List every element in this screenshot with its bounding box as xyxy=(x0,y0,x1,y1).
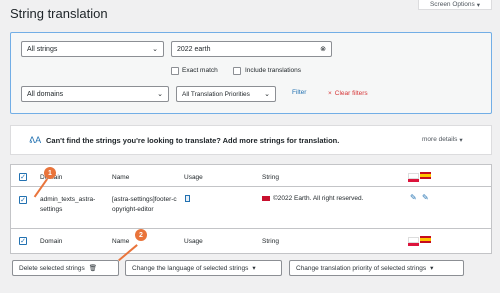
usage-file-icon[interactable] xyxy=(185,195,190,202)
clear-filters-label: Clear filters xyxy=(334,90,368,97)
footer-column-domain[interactable]: Domain xyxy=(40,238,62,245)
notice-text: Can't find the strings you're looking to… xyxy=(46,136,340,145)
strings-filter-select[interactable]: All strings ⌄ xyxy=(21,41,164,57)
domains-select-value: All domains xyxy=(27,90,64,98)
row-checkbox[interactable]: ✓ xyxy=(19,196,27,204)
flag-pl-icon xyxy=(408,237,419,246)
flag-es-icon xyxy=(420,172,431,179)
translate-icon: ᕕA xyxy=(29,135,42,145)
include-translations-label: Include translations xyxy=(245,67,302,74)
screen-options-label: Screen Options xyxy=(429,1,475,8)
domains-select[interactable]: All domains ⌄ xyxy=(21,86,169,102)
footer-column-name[interactable]: Name xyxy=(112,238,129,245)
change-priority-label: Change translation priority of selected … xyxy=(296,264,427,272)
footer-column-usage: Usage xyxy=(184,238,203,245)
search-input[interactable]: 2022 earth ⊗ xyxy=(171,41,332,57)
exact-match-checkbox[interactable] xyxy=(171,67,179,75)
clear-search-icon[interactable]: ⊗ xyxy=(320,45,326,53)
chevron-down-icon: ▾ xyxy=(459,137,463,144)
flag-pl-icon xyxy=(408,173,419,182)
screen-options-button[interactable]: Screen Options ▾ xyxy=(418,0,492,10)
priorities-select-value: All Translation Priorities xyxy=(182,90,250,98)
clear-filters-link[interactable]: × Clear filters xyxy=(328,90,368,97)
strings-filter-value: All strings xyxy=(27,45,58,53)
chevron-down-icon: ⌄ xyxy=(157,91,163,98)
search-input-value: 2022 earth xyxy=(177,45,211,53)
column-usage: Usage xyxy=(184,174,203,181)
chevron-down-icon: ⌄ xyxy=(152,46,158,53)
select-all-checkbox[interactable]: ✓ xyxy=(19,173,27,181)
edit-pl-translation-icon[interactable]: ✎ xyxy=(410,193,417,202)
edit-es-translation-icon[interactable]: ✎ xyxy=(422,193,429,202)
step-badge-2: 2 xyxy=(135,229,147,241)
priorities-select[interactable]: All Translation Priorities ⌄ xyxy=(176,86,276,102)
chevron-down-icon: ▾ xyxy=(430,265,434,272)
flag-en-icon xyxy=(262,196,270,201)
delete-selected-button[interactable]: Delete selected strings 🗑 xyxy=(12,260,119,276)
chevron-down-icon: ⌄ xyxy=(264,91,270,98)
change-language-label: Change the language of selected strings xyxy=(132,264,249,272)
delete-selected-label: Delete selected strings xyxy=(19,264,85,272)
row-name: [astra-settings]footer-copyright-editor xyxy=(112,196,177,213)
change-priority-button[interactable]: Change translation priority of selected … xyxy=(289,260,464,276)
more-details-link[interactable]: more details ▾ xyxy=(422,136,463,144)
divider xyxy=(10,228,492,229)
column-name[interactable]: Name xyxy=(112,174,129,181)
close-icon: × xyxy=(328,90,332,97)
page-title: String translation xyxy=(10,6,108,21)
select-all-footer-checkbox[interactable]: ✓ xyxy=(19,237,27,245)
more-details-label: more details xyxy=(422,136,458,143)
column-string[interactable]: String xyxy=(262,174,279,181)
trash-icon: 🗑 xyxy=(88,265,98,272)
include-translations-checkbox[interactable] xyxy=(233,67,241,75)
divider xyxy=(10,186,492,187)
filter-button[interactable]: Filter xyxy=(292,89,306,96)
chevron-down-icon: ▾ xyxy=(476,1,481,9)
row-domain: admin_texts_astra-settings xyxy=(40,196,96,213)
footer-column-string[interactable]: String xyxy=(262,238,279,245)
flag-es-icon xyxy=(420,236,431,243)
row-string: ©2022 Earth. All right reserved. xyxy=(273,195,364,202)
exact-match-label: Exact match xyxy=(182,67,218,74)
change-language-button[interactable]: Change the language of selected strings … xyxy=(125,260,282,276)
chevron-down-icon: ▾ xyxy=(252,265,256,272)
